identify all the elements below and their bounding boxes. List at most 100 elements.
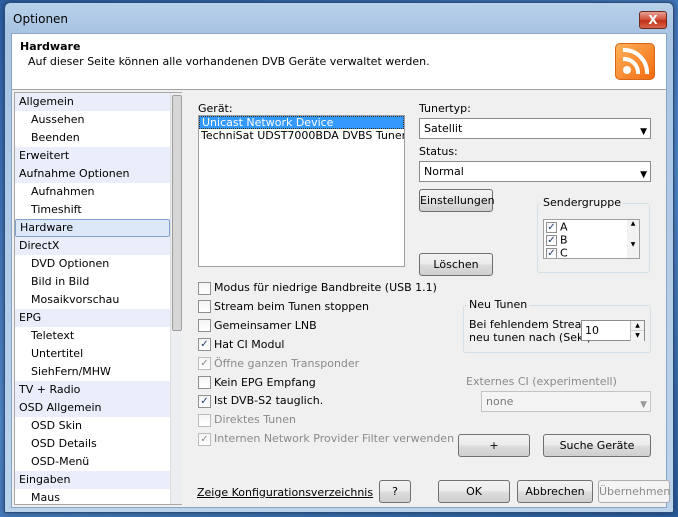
help-button[interactable]: ? xyxy=(379,480,411,503)
sidebar-item[interactable]: Hardware xyxy=(15,219,170,237)
cancel-button[interactable]: Abbrechen xyxy=(517,480,593,503)
device-label: Gerät: xyxy=(198,102,233,115)
tuner-type-label: Tunertyp: xyxy=(419,102,471,115)
sendergruppe-title: Sendergruppe xyxy=(541,196,624,209)
status-select[interactable]: Normal ▼ xyxy=(419,161,651,182)
option-label: Modus für niedrige Bandbreite (USB 1.1) xyxy=(214,281,437,294)
chevron-down-icon: ▼ xyxy=(640,400,647,410)
scrollbar-thumb[interactable] xyxy=(172,95,182,331)
sidebar-item[interactable]: DirectX xyxy=(15,237,170,255)
search-devices-button[interactable]: Suche Geräte xyxy=(543,434,651,457)
sidebar-item[interactable]: Untertitel xyxy=(15,345,170,363)
option-checkbox[interactable]: Kein EPG Empfang xyxy=(198,376,316,392)
device-item[interactable]: TechniSat UDST7000BDA DVBS Tuner0 xyxy=(199,129,404,142)
option-checkbox[interactable]: ✓ Ist DVB-S2 tauglich. xyxy=(198,394,323,410)
retune-seconds-stepper[interactable]: 10 ▲ ▼ xyxy=(581,320,645,341)
checkbox-icon[interactable] xyxy=(198,319,211,333)
category-list: Allgemein Aussehen Beenden Erweitert Aufnahm… xyxy=(15,93,170,504)
sidebar-item[interactable]: Erweitert xyxy=(15,147,170,165)
option-checkbox: ✓ Öffne ganzen Transponder xyxy=(198,357,359,373)
checkbox-icon[interactable] xyxy=(198,300,211,314)
sendergruppe-scrollbar[interactable]: ▲ ▼ xyxy=(627,220,639,258)
option-label: Kein EPG Empfang xyxy=(214,375,316,389)
checkbox-icon[interactable] xyxy=(198,376,211,389)
sidebar-item[interactable]: Eingaben xyxy=(15,471,170,489)
delete-button[interactable]: Löschen xyxy=(419,253,493,276)
sidebar-item[interactable]: OSD-Menü xyxy=(15,453,170,471)
sidebar-item[interactable]: DVD Optionen xyxy=(15,255,170,273)
sidebar-item[interactable]: Aufnahmen xyxy=(15,183,170,201)
tuner-type-select[interactable]: Satellit ▼ xyxy=(419,118,651,139)
status-value: Normal xyxy=(424,165,464,178)
option-checkbox: Direktes Tunen xyxy=(198,413,296,429)
checkbox-icon: ✓ xyxy=(198,357,211,371)
sendergruppe-item[interactable]: ✓ C xyxy=(544,246,639,259)
page-header: Hardware Auf dieser Seite können alle vo… xyxy=(12,34,666,90)
externes-ci-value: none xyxy=(486,395,514,408)
option-checkbox: ✓ Internen Network Provider Filter verwen… xyxy=(198,432,454,448)
sidebar-scrollbar[interactable] xyxy=(170,93,182,504)
stepper-up-icon[interactable]: ▲ xyxy=(630,321,644,331)
option-label: Internen Network Provider Filter verwend… xyxy=(214,432,455,446)
sidebar-item[interactable]: Maus xyxy=(15,489,170,504)
title-bar[interactable]: Optionen X xyxy=(5,3,673,33)
option-checkbox[interactable]: ✓ Hat CI Modul xyxy=(198,338,284,354)
hardware-panel: Gerät: Unicast Network Device TechniSat … xyxy=(185,92,670,505)
sendergruppe-item-label: B xyxy=(560,233,568,247)
option-checkbox[interactable]: Modus für niedrige Bandbreite (USB 1.1) xyxy=(198,281,437,297)
rss-icon xyxy=(615,43,655,80)
page-title: Hardware xyxy=(20,40,81,53)
sendergruppe-item[interactable]: ✓ B xyxy=(544,233,639,247)
sidebar-item[interactable]: OSD Skin xyxy=(15,417,170,435)
option-checkbox[interactable]: Stream beim Tunen stoppen xyxy=(198,300,369,316)
externes-ci-title: Externes CI (experimentell) xyxy=(466,375,617,388)
tuner-type-value: Satellit xyxy=(424,122,463,135)
sidebar-item[interactable]: OSD Details xyxy=(15,435,170,453)
sidebar-item[interactable]: Aufnahme Optionen xyxy=(15,165,170,183)
settings-button[interactable]: Einstellungen xyxy=(419,189,495,212)
option-label: Direktes Tunen xyxy=(214,413,296,427)
neu-tunen-title: Neu Tunen xyxy=(467,298,530,311)
option-label: Ist DVB-S2 tauglich. xyxy=(214,394,324,408)
close-button[interactable]: X xyxy=(639,11,667,29)
checkbox-icon[interactable]: ✓ xyxy=(546,247,557,258)
device-item[interactable]: Unicast Network Device xyxy=(199,116,404,129)
sidebar-item[interactable]: Timeshift xyxy=(15,201,170,219)
device-list[interactable]: Unicast Network Device TechniSat UDST700… xyxy=(198,115,405,267)
options-dialog: Optionen X Hardware Auf dieser Seite kön… xyxy=(4,2,674,513)
sendergruppe-list[interactable]: ✓ A ✓ B ✓ C ▲ ▼ xyxy=(543,219,640,259)
sendergruppe-item[interactable]: ✓ A xyxy=(544,220,639,234)
sidebar-item[interactable]: Bild in Bild xyxy=(15,273,170,291)
option-label: Hat CI Modul xyxy=(214,337,285,351)
sidebar-item[interactable]: SiehFern/MHW xyxy=(15,363,170,381)
window-title: Optionen xyxy=(13,12,69,26)
retune-seconds-value: 10 xyxy=(585,324,599,337)
sidebar-item[interactable]: Aussehen xyxy=(15,111,170,129)
checkbox-icon[interactable]: ✓ xyxy=(546,221,557,233)
chevron-down-icon: ▼ xyxy=(640,127,647,137)
page-description: Auf dieser Seite können alle vorhandenen… xyxy=(28,55,430,68)
externes-ci-select: none ▼ xyxy=(481,391,651,412)
close-icon: X xyxy=(648,13,658,27)
status-label: Status: xyxy=(419,145,458,158)
sidebar-item[interactable]: Beenden xyxy=(15,129,170,147)
add-button[interactable]: + xyxy=(458,434,530,457)
stepper-down-icon[interactable]: ▼ xyxy=(630,331,644,341)
checkbox-icon[interactable] xyxy=(198,281,211,295)
checkbox-icon[interactable]: ✓ xyxy=(546,234,557,246)
sidebar-item[interactable]: Allgemein xyxy=(15,93,170,111)
checkbox-icon xyxy=(198,413,211,427)
sidebar-item[interactable]: Mosaikvorschau xyxy=(15,291,170,309)
sidebar-item[interactable]: EPG xyxy=(15,309,170,327)
checkbox-icon[interactable]: ✓ xyxy=(198,338,211,352)
ok-button[interactable]: OK xyxy=(438,480,510,503)
option-checkbox[interactable]: Gemeinsamer LNB xyxy=(198,319,317,335)
checkbox-icon[interactable]: ✓ xyxy=(198,394,211,408)
sidebar-item[interactable]: TV + Radio xyxy=(15,381,170,399)
option-label: Öffne ganzen Transponder xyxy=(214,356,360,370)
sendergruppe-item-label: C xyxy=(560,246,568,259)
chevron-down-icon: ▼ xyxy=(640,170,647,180)
sidebar-item[interactable]: Teletext xyxy=(15,327,170,345)
show-config-directory-link[interactable]: Zeige Konfigurationsverzeichnis xyxy=(197,486,373,499)
sidebar-item[interactable]: OSD Allgemein xyxy=(15,399,170,417)
